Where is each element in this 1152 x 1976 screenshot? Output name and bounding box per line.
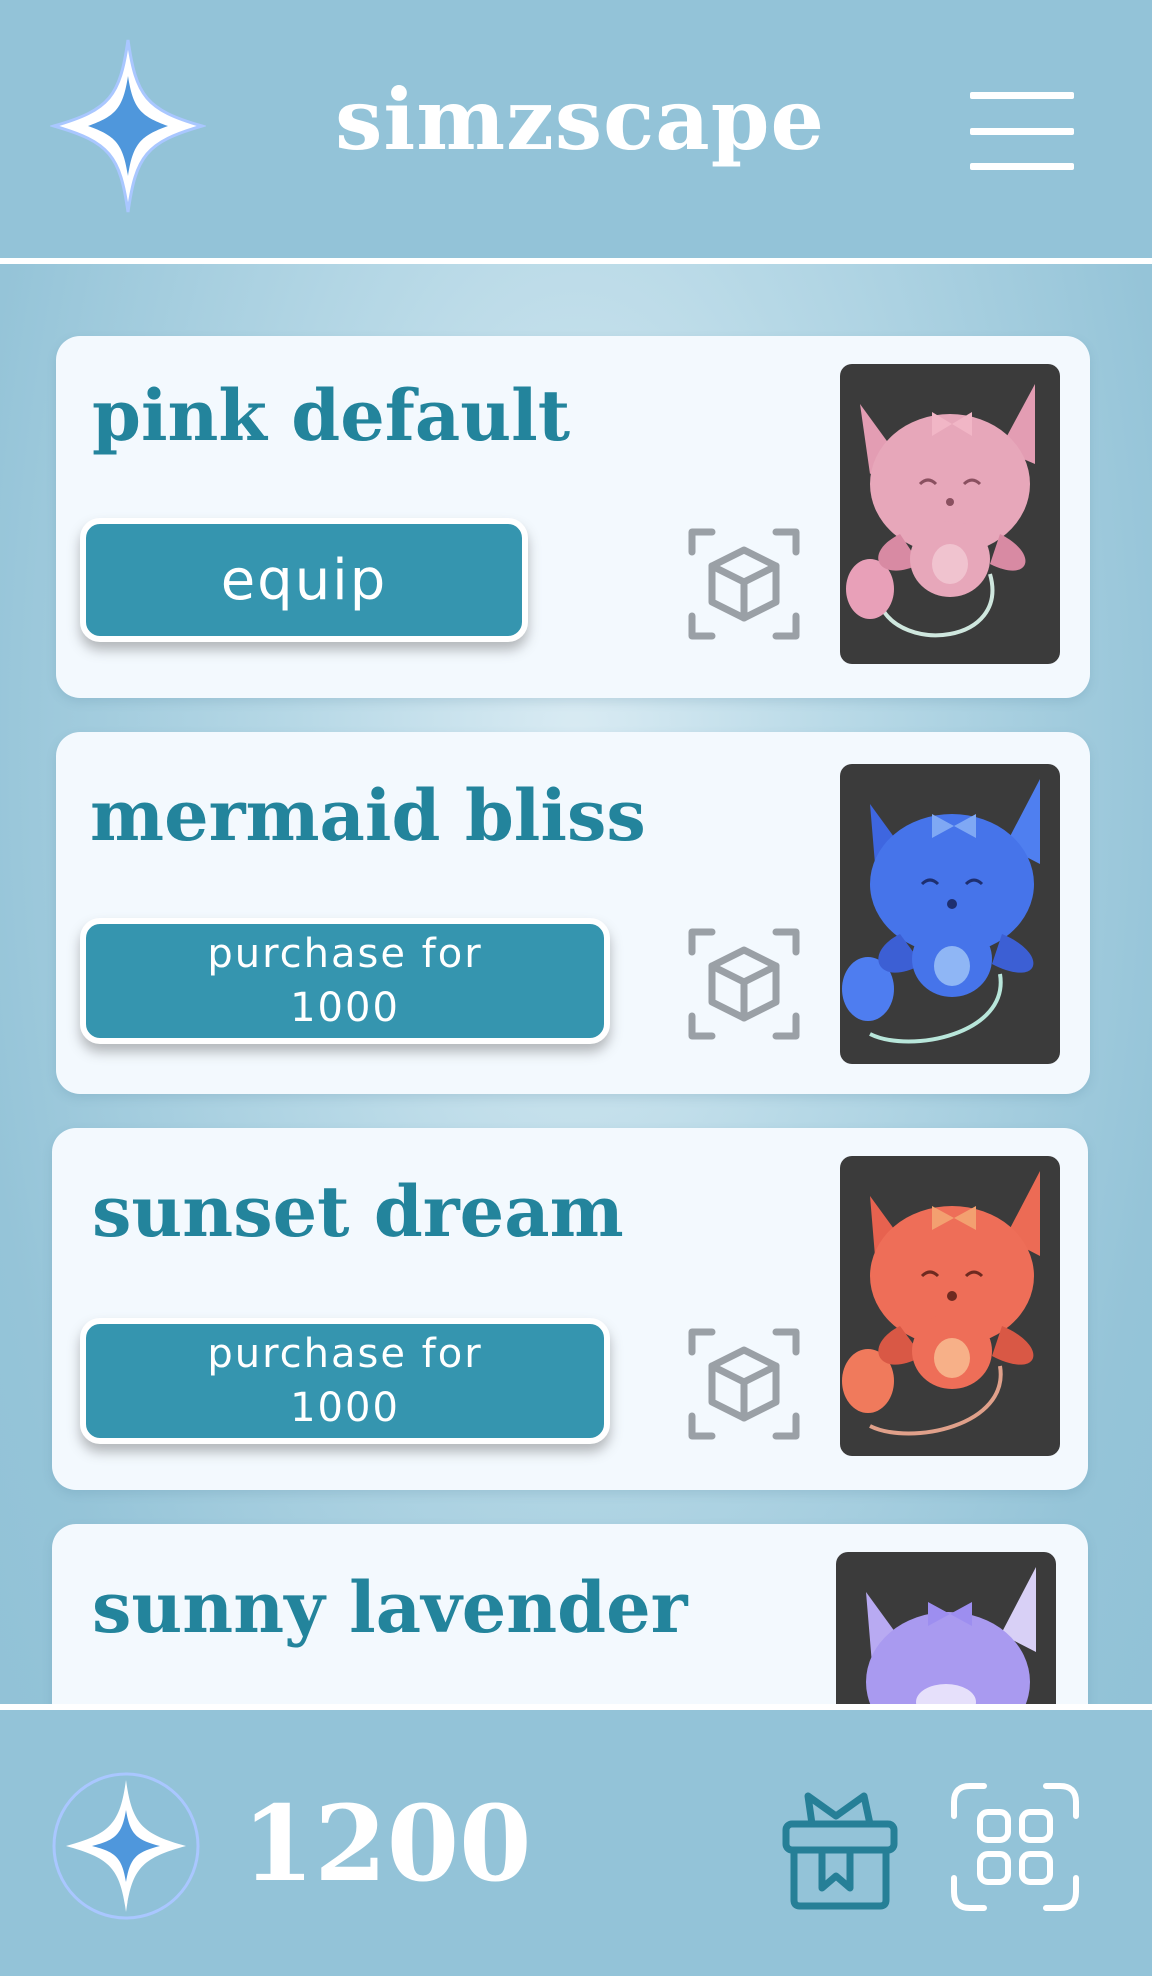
equip-button[interactable]: equip (80, 518, 528, 642)
purchase-label: purchase for (207, 931, 483, 977)
skin-name: mermaid bliss (90, 774, 646, 857)
skin-preview-image (836, 1552, 1056, 1704)
hamburger-menu-icon (970, 92, 1074, 99)
gift-box-icon[interactable] (778, 1780, 902, 1912)
equip-label: equip (220, 547, 388, 613)
coin-balance: 1200 (242, 1782, 532, 1905)
purchase-label: purchase for (207, 1331, 483, 1377)
skin-card-sunset-dream: sunset dream purchase for 1000 (52, 1128, 1088, 1490)
bottom-bar: 1200 (0, 1704, 1152, 1976)
skin-card-pink-default: pink default equip (56, 336, 1090, 698)
skin-preview-image (840, 364, 1060, 664)
top-bar: simzscape (0, 0, 1152, 264)
skin-list[interactable]: pink default equip mermaid bliss purchas… (0, 258, 1152, 1704)
purchase-button[interactable]: purchase for 1000 (80, 1318, 610, 1444)
sparkle-coin-icon (52, 1772, 200, 1920)
3d-cube-view-icon[interactable] (688, 928, 800, 1040)
skin-name: sunny lavender (92, 1566, 688, 1649)
qr-scan-icon[interactable] (950, 1782, 1080, 1912)
skin-preview-image (840, 1156, 1060, 1456)
skin-card-mermaid-bliss: mermaid bliss purchase for 1000 (56, 732, 1090, 1094)
purchase-button[interactable]: purchase for 1000 (80, 918, 610, 1044)
3d-cube-view-icon[interactable] (688, 528, 800, 640)
sparkle-star-icon (50, 39, 206, 213)
purchase-price: 1000 (290, 985, 400, 1031)
purchase-price: 1000 (290, 1385, 400, 1431)
skin-card-sunny-lavender: sunny lavender (52, 1524, 1088, 1704)
menu-button[interactable] (970, 92, 1074, 170)
skin-name: pink default (92, 374, 571, 457)
skin-preview-image (840, 764, 1060, 1064)
3d-cube-view-icon[interactable] (688, 1328, 800, 1440)
app-title: simzscape (335, 70, 825, 169)
skin-name: sunset dream (92, 1170, 624, 1253)
